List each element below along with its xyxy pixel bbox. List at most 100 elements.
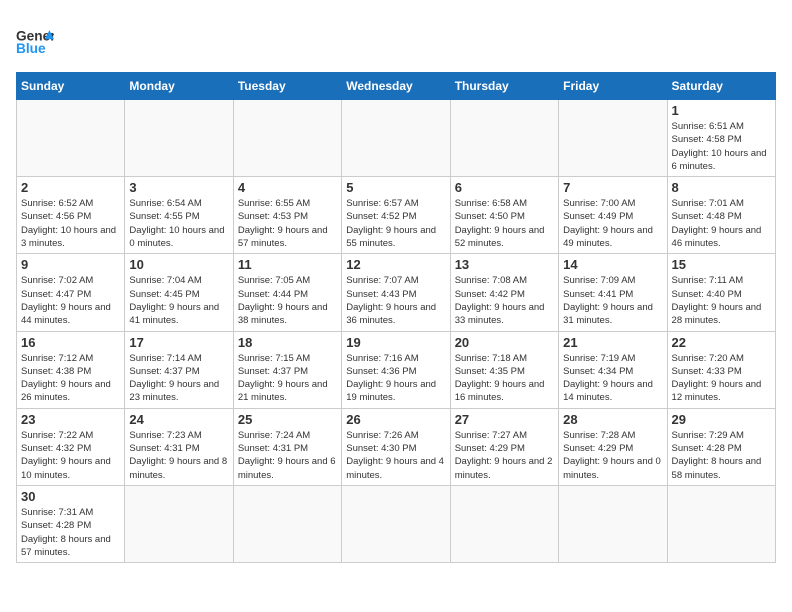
calendar-cell: 3Sunrise: 6:54 AM Sunset: 4:55 PM Daylig… [125,177,233,254]
calendar-week-2: 9 Sunrise: 7:02 AM Sunset: 4:47 PM Daylig… [17,254,776,331]
calendar-cell: 28Sunrise: 7:28 AM Sunset: 4:29 PM Dayli… [559,408,667,485]
calendar-cell: 14 Sunrise: 7:09 AM Sunset: 4:41 PM Dayli… [559,254,667,331]
day-number: 14 [563,257,662,272]
calendar-body: 1 Sunrise: 6:51 AM Sunset: 4:58 PM Daylig… [17,100,776,563]
day-number: 17 [129,335,228,350]
calendar-cell: 12 Sunrise: 7:07 AM Sunset: 4:43 PM Dayli… [342,254,450,331]
calendar-cell: 29 Sunrise: 7:29 AM Sunset: 4:28 PM Dayli… [667,408,775,485]
calendar-cell: 10 Sunrise: 7:04 AM Sunset: 4:45 PM Dayli… [125,254,233,331]
calendar-cell: 27Sunrise: 7:27 AM Sunset: 4:29 PM Dayli… [450,408,558,485]
day-number: 15 [672,257,771,272]
calendar-cell: 26 Sunrise: 7:26 AM Sunset: 4:30 PM Dayli… [342,408,450,485]
day-info: Sunrise: 6:51 AM Sunset: 4:58 PM Dayligh… [672,120,771,173]
calendar-week-1: 2 Sunrise: 6:52 AM Sunset: 4:56 PM Daylig… [17,177,776,254]
day-header-friday: Friday [559,73,667,100]
day-info: Sunrise: 7:23 AM Sunset: 4:31 PM Dayligh… [129,429,228,482]
calendar-cell: 30Sunrise: 7:31 AM Sunset: 4:28 PM Dayli… [17,485,125,562]
logo: General Blue [16,16,54,62]
day-number: 23 [21,412,120,427]
day-number: 18 [238,335,337,350]
day-number: 16 [21,335,120,350]
calendar-cell: 21Sunrise: 7:19 AM Sunset: 4:34 PM Dayli… [559,331,667,408]
calendar-cell [559,485,667,562]
day-info: Sunrise: 6:58 AM Sunset: 4:50 PM Dayligh… [455,197,554,250]
calendar-cell [233,100,341,177]
day-number: 4 [238,180,337,195]
day-number: 10 [129,257,228,272]
calendar-cell: 6 Sunrise: 6:58 AM Sunset: 4:50 PM Daylig… [450,177,558,254]
day-info: Sunrise: 7:22 AM Sunset: 4:32 PM Dayligh… [21,429,120,482]
calendar-week-3: 16 Sunrise: 7:12 AM Sunset: 4:38 PM Dayli… [17,331,776,408]
day-header-tuesday: Tuesday [233,73,341,100]
calendar-cell [342,100,450,177]
calendar-cell: 13 Sunrise: 7:08 AM Sunset: 4:42 PM Dayli… [450,254,558,331]
day-info: Sunrise: 7:28 AM Sunset: 4:29 PM Dayligh… [563,429,662,482]
calendar-cell: 17 Sunrise: 7:14 AM Sunset: 4:37 PM Dayli… [125,331,233,408]
day-number: 13 [455,257,554,272]
calendar-cell [233,485,341,562]
day-info: Sunrise: 6:54 AM Sunset: 4:55 PM Dayligh… [129,197,228,250]
calendar-cell [17,100,125,177]
day-info: Sunrise: 7:19 AM Sunset: 4:34 PM Dayligh… [563,352,662,405]
calendar-cell [342,485,450,562]
day-info: Sunrise: 7:18 AM Sunset: 4:35 PM Dayligh… [455,352,554,405]
calendar-cell: 23 Sunrise: 7:22 AM Sunset: 4:32 PM Dayli… [17,408,125,485]
day-info: Sunrise: 7:04 AM Sunset: 4:45 PM Dayligh… [129,274,228,327]
calendar-cell [450,485,558,562]
calendar-cell: 16 Sunrise: 7:12 AM Sunset: 4:38 PM Dayli… [17,331,125,408]
calendar-week-5: 30Sunrise: 7:31 AM Sunset: 4:28 PM Dayli… [17,485,776,562]
header: General Blue [16,16,776,62]
calendar-table: SundayMondayTuesdayWednesdayThursdayFrid… [16,72,776,563]
day-number: 24 [129,412,228,427]
day-number: 2 [21,180,120,195]
day-number: 6 [455,180,554,195]
day-number: 7 [563,180,662,195]
calendar-cell: 15Sunrise: 7:11 AM Sunset: 4:40 PM Dayli… [667,254,775,331]
day-info: Sunrise: 7:12 AM Sunset: 4:38 PM Dayligh… [21,352,120,405]
day-number: 29 [672,412,771,427]
day-info: Sunrise: 7:24 AM Sunset: 4:31 PM Dayligh… [238,429,337,482]
day-info: Sunrise: 6:55 AM Sunset: 4:53 PM Dayligh… [238,197,337,250]
day-info: Sunrise: 6:57 AM Sunset: 4:52 PM Dayligh… [346,197,445,250]
day-info: Sunrise: 7:29 AM Sunset: 4:28 PM Dayligh… [672,429,771,482]
day-number: 26 [346,412,445,427]
calendar-cell [559,100,667,177]
day-info: Sunrise: 6:52 AM Sunset: 4:56 PM Dayligh… [21,197,120,250]
day-number: 12 [346,257,445,272]
day-info: Sunrise: 7:05 AM Sunset: 4:44 PM Dayligh… [238,274,337,327]
day-info: Sunrise: 7:14 AM Sunset: 4:37 PM Dayligh… [129,352,228,405]
logo-icon: General Blue [16,24,54,62]
calendar-cell: 24 Sunrise: 7:23 AM Sunset: 4:31 PM Dayli… [125,408,233,485]
day-info: Sunrise: 7:01 AM Sunset: 4:48 PM Dayligh… [672,197,771,250]
calendar-cell: 19Sunrise: 7:16 AM Sunset: 4:36 PM Dayli… [342,331,450,408]
day-number: 11 [238,257,337,272]
day-info: Sunrise: 7:08 AM Sunset: 4:42 PM Dayligh… [455,274,554,327]
calendar-cell: 11 Sunrise: 7:05 AM Sunset: 4:44 PM Dayli… [233,254,341,331]
calendar-cell: 9 Sunrise: 7:02 AM Sunset: 4:47 PM Daylig… [17,254,125,331]
calendar-cell: 8 Sunrise: 7:01 AM Sunset: 4:48 PM Daylig… [667,177,775,254]
calendar-cell: 22Sunrise: 7:20 AM Sunset: 4:33 PM Dayli… [667,331,775,408]
day-info: Sunrise: 7:26 AM Sunset: 4:30 PM Dayligh… [346,429,445,482]
day-info: Sunrise: 7:20 AM Sunset: 4:33 PM Dayligh… [672,352,771,405]
calendar-cell: 1 Sunrise: 6:51 AM Sunset: 4:58 PM Daylig… [667,100,775,177]
day-header-sunday: Sunday [17,73,125,100]
day-header-wednesday: Wednesday [342,73,450,100]
calendar-cell [667,485,775,562]
svg-text:Blue: Blue [16,41,46,56]
calendar-week-4: 23 Sunrise: 7:22 AM Sunset: 4:32 PM Dayli… [17,408,776,485]
calendar-cell: 7Sunrise: 7:00 AM Sunset: 4:49 PM Daylig… [559,177,667,254]
day-info: Sunrise: 7:02 AM Sunset: 4:47 PM Dayligh… [21,274,120,327]
calendar-header: SundayMondayTuesdayWednesdayThursdayFrid… [17,73,776,100]
day-info: Sunrise: 7:27 AM Sunset: 4:29 PM Dayligh… [455,429,554,482]
day-number: 8 [672,180,771,195]
day-info: Sunrise: 7:07 AM Sunset: 4:43 PM Dayligh… [346,274,445,327]
calendar-cell: 20Sunrise: 7:18 AM Sunset: 4:35 PM Dayli… [450,331,558,408]
day-number: 1 [672,103,771,118]
calendar-cell [125,100,233,177]
day-number: 19 [346,335,445,350]
day-number: 9 [21,257,120,272]
day-header-thursday: Thursday [450,73,558,100]
calendar-cell [125,485,233,562]
calendar-week-0: 1 Sunrise: 6:51 AM Sunset: 4:58 PM Daylig… [17,100,776,177]
day-info: Sunrise: 7:09 AM Sunset: 4:41 PM Dayligh… [563,274,662,327]
